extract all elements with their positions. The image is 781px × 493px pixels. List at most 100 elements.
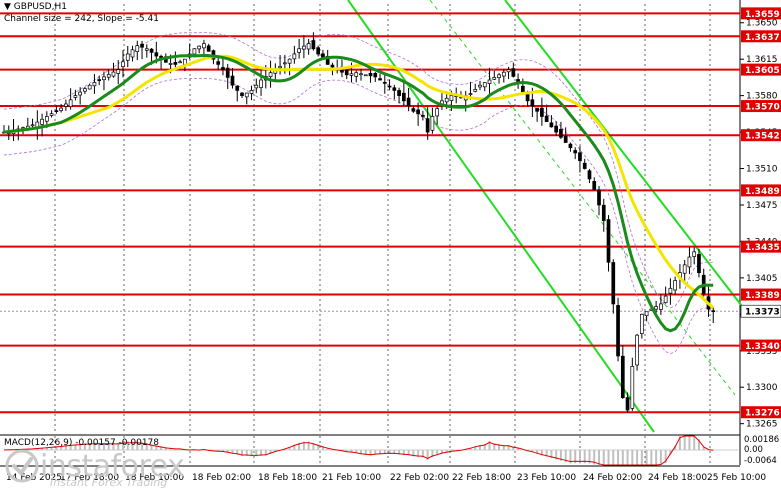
candle-body xyxy=(240,92,244,96)
candle-body xyxy=(582,162,587,169)
candle-body xyxy=(268,72,273,77)
price-tick-label: 1.3650 xyxy=(746,19,778,29)
candle-body xyxy=(59,107,63,111)
level-label: 1.3570 xyxy=(745,103,780,113)
candle-body xyxy=(639,313,644,334)
candle-body xyxy=(620,355,625,398)
candle-body xyxy=(149,48,154,53)
candle-body xyxy=(644,311,649,317)
candle-body xyxy=(363,74,368,77)
candle-body xyxy=(482,82,487,88)
candle-body xyxy=(87,84,92,90)
time-label: 25 Feb 10:00 xyxy=(707,473,766,483)
time-label: 18 Feb 02:00 xyxy=(192,473,251,483)
candle-body xyxy=(692,251,697,257)
candle-body xyxy=(492,77,497,80)
candle-body xyxy=(368,72,373,77)
candle-body xyxy=(121,61,125,68)
dropdown-triangle-icon[interactable]: ▼ xyxy=(4,2,11,12)
candle-body xyxy=(687,256,692,268)
price-chart[interactable]: 1.36501.36151.35801.35451.35101.34751.34… xyxy=(0,0,781,489)
candle-body xyxy=(173,62,178,65)
candle-body xyxy=(601,204,606,221)
candle-body xyxy=(64,103,68,107)
level-label: 1.3605 xyxy=(745,66,780,76)
candle-body xyxy=(311,40,316,50)
price-tick-label: 1.3475 xyxy=(746,201,778,211)
candle-body xyxy=(40,118,44,125)
candle-body xyxy=(673,280,678,291)
watermark: instaforex Instant Forex Trading xyxy=(4,448,185,489)
candle-body xyxy=(244,92,249,98)
candle-body xyxy=(44,116,49,122)
candle-body xyxy=(116,69,121,74)
candle-body xyxy=(378,78,382,81)
candle-body xyxy=(630,366,635,409)
candle-body xyxy=(444,97,449,103)
level-label: 1.3542 xyxy=(745,132,780,142)
candle-body xyxy=(249,90,254,94)
candle-body xyxy=(225,67,230,78)
candle-body xyxy=(78,91,83,96)
candle-body xyxy=(449,95,454,101)
candle-body xyxy=(563,135,568,143)
candle-body xyxy=(382,81,387,84)
candle-body xyxy=(354,72,359,77)
candle-body xyxy=(587,170,592,180)
candle-body xyxy=(230,75,235,86)
candle-body xyxy=(206,45,211,52)
macd-scale-label: 0.00 xyxy=(744,445,763,455)
candle-body xyxy=(659,303,663,310)
time-label: 22 Feb 02:00 xyxy=(390,473,449,483)
candle-body xyxy=(30,124,35,127)
candle-body xyxy=(406,97,411,107)
candle-body xyxy=(54,110,59,113)
watermark-tagline: Instant Forex Trading xyxy=(50,476,168,489)
price-tick-label: 1.3300 xyxy=(746,383,778,393)
candle-body xyxy=(282,62,287,65)
time-label: 21 Feb 10:00 xyxy=(322,473,381,483)
price-tick-label: 1.3510 xyxy=(746,165,778,175)
candle-body xyxy=(125,53,130,61)
candle-body xyxy=(668,287,673,294)
candle-body xyxy=(697,254,701,274)
candle-body xyxy=(387,85,392,88)
symbol-label: GBPUSD,H1 xyxy=(13,2,67,12)
candle-body xyxy=(73,95,78,98)
candle-body xyxy=(411,108,416,112)
candle-body xyxy=(397,90,401,96)
candle-body xyxy=(144,48,149,51)
candle-body xyxy=(597,189,601,206)
candle-body xyxy=(140,43,144,48)
chart-canvas[interactable]: 1.36501.36151.35801.35451.35101.34751.34… xyxy=(0,0,781,489)
candle-body xyxy=(235,85,240,91)
time-label: 18 Feb 18:00 xyxy=(258,473,317,483)
candle-body xyxy=(68,99,73,107)
candle-body xyxy=(544,115,549,123)
candle-body xyxy=(135,45,140,52)
candle-body xyxy=(625,397,630,411)
level-label: 1.3435 xyxy=(745,243,780,253)
candle-body xyxy=(592,181,597,190)
candle-body xyxy=(178,61,182,64)
candle-body xyxy=(549,122,554,128)
candle-body xyxy=(102,76,106,81)
candle-body xyxy=(168,63,173,65)
candle-body xyxy=(359,73,363,76)
candle-body xyxy=(111,71,116,77)
candle-body xyxy=(511,68,516,77)
candle-body xyxy=(392,87,397,91)
candle-body xyxy=(302,45,306,50)
level-label: 1.3637 xyxy=(745,33,780,43)
candle-body xyxy=(478,84,482,88)
candle-body xyxy=(344,69,349,76)
candle-body xyxy=(278,66,282,69)
candle-body xyxy=(663,295,668,304)
candle-body xyxy=(254,84,259,89)
time-label: 24 Feb 02:00 xyxy=(583,473,642,483)
candle-body xyxy=(616,305,620,357)
candle-body xyxy=(216,61,221,65)
candle-body xyxy=(430,116,435,131)
candle-body xyxy=(197,45,202,50)
candle-body xyxy=(654,306,658,310)
